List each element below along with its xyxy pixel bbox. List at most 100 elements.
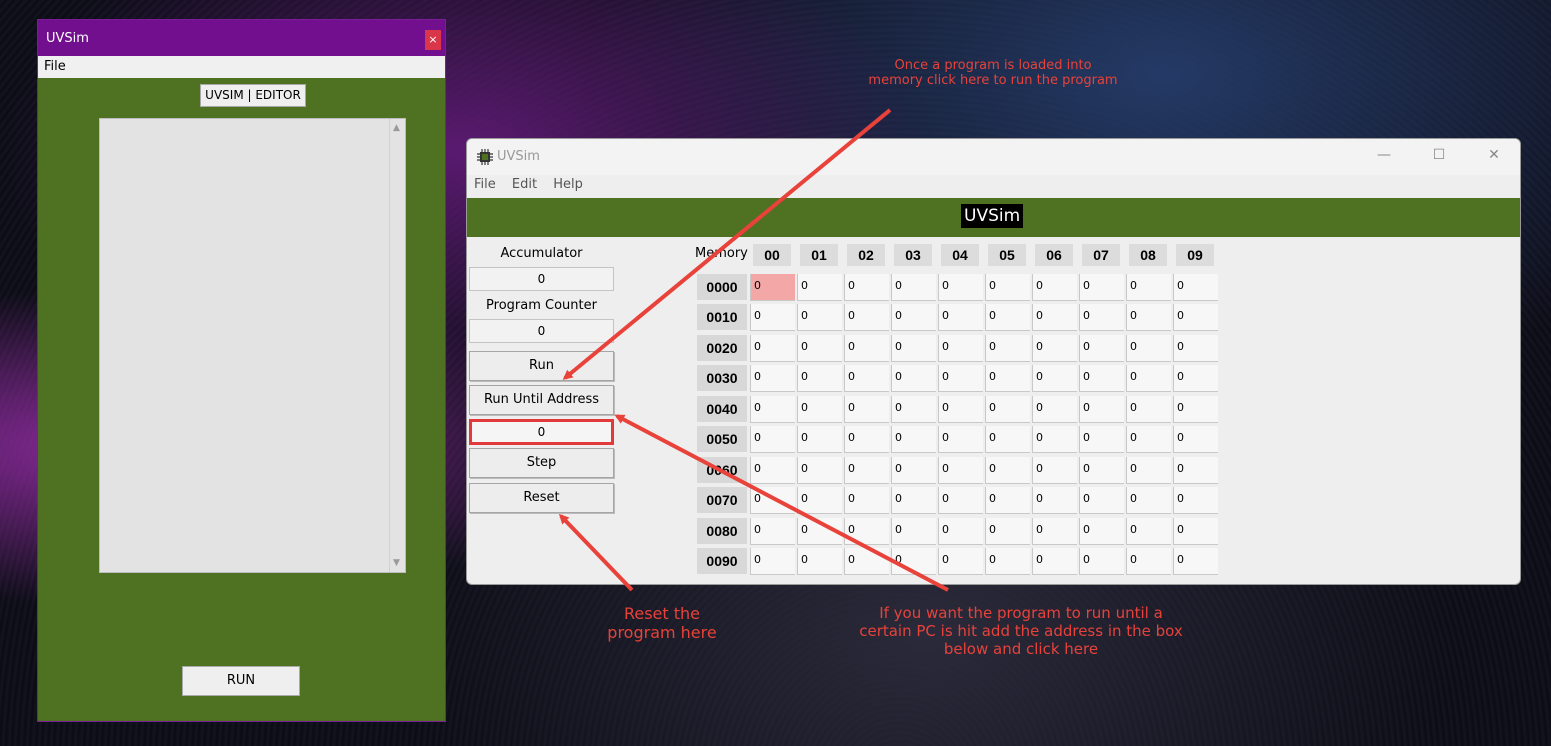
memory-cell[interactable]: 0 bbox=[1079, 395, 1124, 423]
run-until-address-button[interactable]: Run Until Address bbox=[469, 385, 614, 415]
memory-cell[interactable]: 0 bbox=[750, 426, 795, 453]
memory-cell[interactable]: 0 bbox=[985, 273, 1030, 301]
memory-cell[interactable]: 0 bbox=[750, 304, 795, 331]
memory-cell[interactable]: 0 bbox=[1079, 456, 1124, 484]
memory-cell[interactable]: 0 bbox=[844, 456, 889, 484]
menu-edit[interactable]: Edit bbox=[512, 177, 537, 192]
memory-cell[interactable]: 0 bbox=[1032, 304, 1077, 331]
run-until-address-input[interactable]: 0 bbox=[469, 419, 614, 445]
memory-cell[interactable]: 0 bbox=[938, 426, 983, 453]
memory-cell[interactable]: 0 bbox=[938, 395, 983, 423]
memory-cell[interactable]: 0 bbox=[1173, 456, 1218, 484]
memory-cell[interactable]: 0 bbox=[797, 426, 842, 453]
memory-cell[interactable]: 0 bbox=[938, 456, 983, 484]
memory-cell[interactable]: 0 bbox=[844, 395, 889, 423]
memory-cell[interactable]: 0 bbox=[891, 395, 936, 423]
memory-cell[interactable]: 0 bbox=[1032, 365, 1077, 392]
memory-cell[interactable]: 0 bbox=[844, 273, 889, 301]
memory-cell[interactable]: 0 bbox=[797, 273, 842, 301]
memory-cell[interactable]: 0 bbox=[1173, 517, 1218, 545]
memory-cell[interactable]: 0 bbox=[844, 517, 889, 545]
memory-cell[interactable]: 0 bbox=[1173, 426, 1218, 453]
memory-cell[interactable]: 0 bbox=[1032, 334, 1077, 362]
memory-cell[interactable]: 0 bbox=[891, 365, 936, 392]
memory-cell[interactable]: 0 bbox=[1173, 365, 1218, 392]
memory-cell[interactable]: 0 bbox=[1079, 548, 1124, 575]
memory-cell[interactable]: 0 bbox=[1173, 395, 1218, 423]
memory-cell[interactable]: 0 bbox=[891, 334, 936, 362]
memory-cell[interactable]: 0 bbox=[1079, 365, 1124, 392]
memory-cell[interactable]: 0 bbox=[985, 395, 1030, 423]
memory-cell[interactable]: 0 bbox=[891, 304, 936, 331]
memory-cell[interactable]: 0 bbox=[985, 304, 1030, 331]
editor-textarea[interactable]: ▲ ▼ bbox=[99, 118, 406, 573]
menu-file[interactable]: File bbox=[474, 177, 496, 192]
memory-cell[interactable]: 0 bbox=[1032, 426, 1077, 453]
memory-cell[interactable]: 0 bbox=[891, 426, 936, 453]
memory-cell[interactable]: 0 bbox=[844, 365, 889, 392]
memory-cell[interactable]: 0 bbox=[1173, 487, 1218, 514]
memory-cell[interactable]: 0 bbox=[1079, 426, 1124, 453]
close-icon[interactable]: ✕ bbox=[1484, 147, 1504, 163]
memory-cell[interactable]: 0 bbox=[1079, 487, 1124, 514]
memory-cell[interactable]: 0 bbox=[938, 273, 983, 301]
memory-cell[interactable]: 0 bbox=[1032, 395, 1077, 423]
memory-cell[interactable]: 0 bbox=[797, 487, 842, 514]
memory-cell[interactable]: 0 bbox=[1126, 334, 1171, 362]
memory-cell[interactable]: 0 bbox=[1126, 456, 1171, 484]
memory-cell[interactable]: 0 bbox=[1126, 365, 1171, 392]
memory-cell[interactable]: 0 bbox=[1173, 548, 1218, 575]
memory-cell[interactable]: 0 bbox=[1079, 304, 1124, 331]
memory-cell[interactable]: 0 bbox=[844, 548, 889, 575]
memory-cell[interactable]: 0 bbox=[985, 334, 1030, 362]
memory-cell[interactable]: 0 bbox=[1032, 517, 1077, 545]
memory-cell[interactable]: 0 bbox=[1126, 487, 1171, 514]
memory-cell[interactable]: 0 bbox=[797, 395, 842, 423]
memory-cell[interactable]: 0 bbox=[1173, 334, 1218, 362]
memory-cell[interactable]: 0 bbox=[844, 487, 889, 514]
memory-cell[interactable]: 0 bbox=[938, 334, 983, 362]
memory-cell[interactable]: 0 bbox=[1079, 273, 1124, 301]
memory-cell[interactable]: 0 bbox=[891, 487, 936, 514]
memory-cell[interactable]: 0 bbox=[844, 304, 889, 331]
maximize-icon[interactable]: ☐ bbox=[1429, 147, 1449, 163]
memory-cell[interactable]: 0 bbox=[797, 365, 842, 392]
memory-cell[interactable]: 0 bbox=[1079, 334, 1124, 362]
memory-cell[interactable]: 0 bbox=[750, 487, 795, 514]
reset-button[interactable]: Reset bbox=[469, 483, 614, 513]
memory-cell[interactable]: 0 bbox=[1079, 517, 1124, 545]
minimize-icon[interactable]: — bbox=[1374, 147, 1394, 163]
memory-cell[interactable]: 0 bbox=[985, 365, 1030, 392]
memory-cell[interactable]: 0 bbox=[985, 487, 1030, 514]
memory-cell[interactable]: 0 bbox=[891, 548, 936, 575]
memory-cell[interactable]: 0 bbox=[750, 334, 795, 362]
menu-help[interactable]: Help bbox=[553, 177, 583, 192]
memory-cell[interactable]: 0 bbox=[938, 548, 983, 575]
memory-cell[interactable]: 0 bbox=[750, 273, 795, 301]
memory-cell[interactable]: 0 bbox=[985, 456, 1030, 484]
scroll-down-icon[interactable]: ▼ bbox=[393, 558, 400, 568]
memory-cell[interactable]: 0 bbox=[1173, 304, 1218, 331]
memory-cell[interactable]: 0 bbox=[985, 548, 1030, 575]
memory-cell[interactable]: 0 bbox=[750, 395, 795, 423]
memory-cell[interactable]: 0 bbox=[985, 426, 1030, 453]
memory-cell[interactable]: 0 bbox=[797, 517, 842, 545]
memory-cell[interactable]: 0 bbox=[1126, 548, 1171, 575]
step-button[interactable]: Step bbox=[469, 448, 614, 478]
scroll-up-icon[interactable]: ▲ bbox=[393, 123, 400, 133]
memory-cell[interactable]: 0 bbox=[797, 456, 842, 484]
memory-cell[interactable]: 0 bbox=[891, 517, 936, 545]
memory-cell[interactable]: 0 bbox=[750, 548, 795, 575]
memory-cell[interactable]: 0 bbox=[938, 517, 983, 545]
memory-cell[interactable]: 0 bbox=[938, 487, 983, 514]
memory-cell[interactable]: 0 bbox=[750, 365, 795, 392]
memory-cell[interactable]: 0 bbox=[1126, 395, 1171, 423]
memory-cell[interactable]: 0 bbox=[891, 456, 936, 484]
editor-close-button[interactable]: × bbox=[425, 30, 441, 50]
memory-cell[interactable]: 0 bbox=[797, 334, 842, 362]
memory-cell[interactable]: 0 bbox=[844, 426, 889, 453]
memory-cell[interactable]: 0 bbox=[750, 456, 795, 484]
memory-cell[interactable]: 0 bbox=[797, 548, 842, 575]
memory-cell[interactable]: 0 bbox=[1126, 426, 1171, 453]
memory-cell[interactable]: 0 bbox=[1032, 487, 1077, 514]
